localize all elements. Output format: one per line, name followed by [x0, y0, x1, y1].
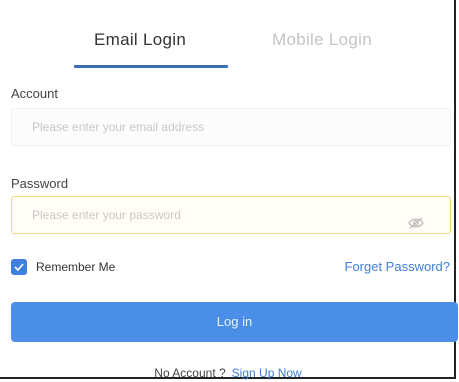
active-tab-indicator [74, 65, 228, 68]
remember-checkbox[interactable] [11, 259, 27, 275]
password-input[interactable]: Please enter your password [11, 196, 451, 234]
login-button[interactable]: Log in [11, 302, 458, 342]
password-placeholder: Please enter your password [32, 208, 181, 222]
signup-prompt: No Account ? [154, 366, 226, 380]
forgot-password-link[interactable]: Forget Password? [345, 259, 451, 274]
tab-email-login[interactable]: Email Login [94, 30, 186, 50]
account-placeholder: Please enter your email address [32, 120, 205, 134]
checkmark-icon [14, 263, 24, 271]
remember-me-toggle[interactable]: Remember Me [11, 259, 115, 275]
remember-me-label: Remember Me [36, 260, 116, 274]
eye-icon[interactable] [408, 208, 424, 229]
login-tabs: Email Login Mobile Login [0, 30, 456, 70]
tab-mobile-login[interactable]: Mobile Login [272, 30, 372, 50]
signup-link[interactable]: Sign Up Now [232, 366, 302, 380]
signup-row: No Account ? Sign Up Now [0, 366, 456, 380]
password-label: Password [11, 176, 69, 191]
account-label: Account [11, 86, 58, 101]
account-input[interactable]: Please enter your email address [11, 108, 451, 146]
login-panel: Email Login Mobile Login Account Please … [0, 0, 458, 380]
